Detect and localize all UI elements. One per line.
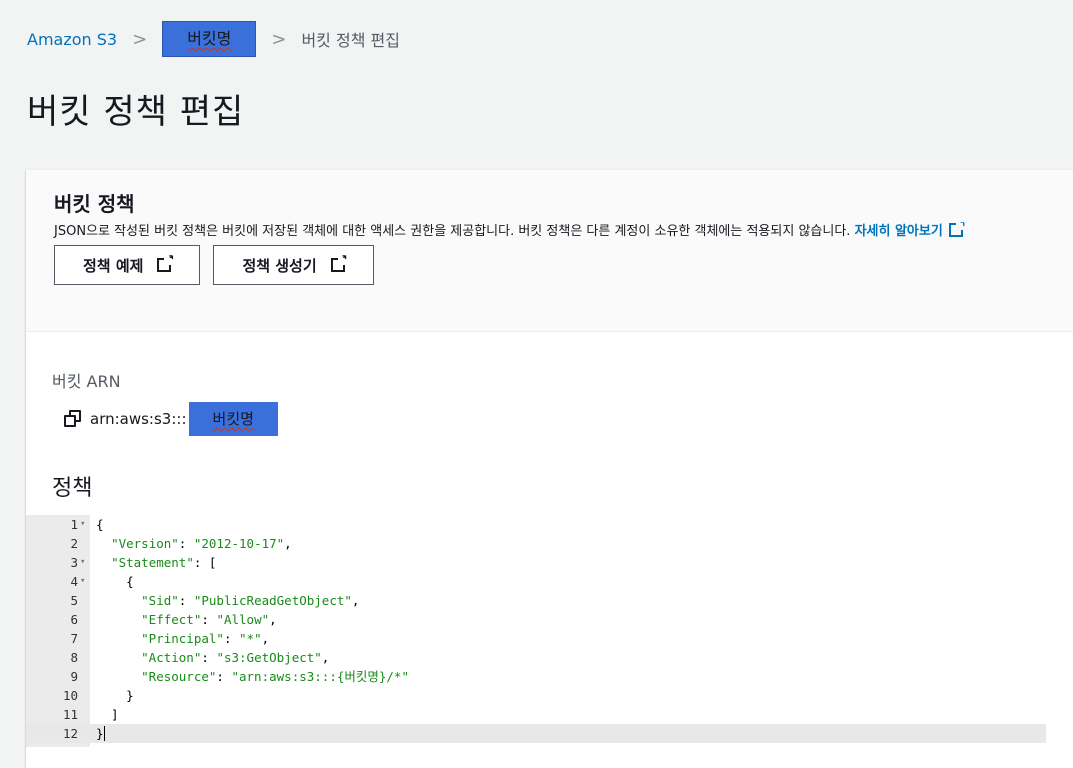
code-text: "Effect": "Allow", <box>141 612 277 627</box>
code-text: { <box>96 517 104 532</box>
learn-more-link[interactable]: 자세히 알아보기 <box>855 217 966 239</box>
external-link-icon <box>157 252 174 272</box>
code-text: { <box>96 574 134 589</box>
breadcrumb-bucket[interactable]: 버킷명 <box>162 21 257 57</box>
fold-arrow-icon[interactable]: ▾ <box>80 553 85 572</box>
code-line[interactable]: 1 ▾ { <box>26 515 1046 534</box>
panel-description: JSON으로 작성된 버킷 정책은 버킷에 저장된 객체에 대한 액세스 권한을… <box>54 217 1064 241</box>
code-text: "Resource": "arn:aws:s3:::{버킷명}/*" <box>141 669 409 684</box>
breadcrumb-amazon-s3[interactable]: Amazon S3 <box>27 30 117 49</box>
line-number: 1 <box>70 517 78 532</box>
line-number: 5 <box>70 593 78 608</box>
bucket-arn-value: arn:aws:s3::: 버킷명 <box>64 402 278 436</box>
chevron-right-icon: > <box>271 28 287 50</box>
line-number: 9 <box>70 669 78 684</box>
code-text: "Sid": "PublicReadGetObject", <box>141 593 360 608</box>
bucket-policy-panel: 버킷 정책 JSON으로 작성된 버킷 정책은 버킷에 저장된 객체에 대한 액… <box>26 170 1073 768</box>
external-link-icon <box>948 217 966 237</box>
code-text: "Version": "2012-10-17", <box>111 536 292 551</box>
code-text: } <box>96 688 134 703</box>
code-line[interactable]: 2 "Version": "2012-10-17", <box>26 534 1046 553</box>
code-line[interactable]: 11 ] <box>26 705 1046 724</box>
breadcrumb-current: 버킷 정책 편집 <box>301 31 400 50</box>
page-title: 버킷 정책 편집 <box>27 92 245 132</box>
button-label: 정책 생성기 <box>242 256 317 275</box>
arn-prefix: arn:aws:s3::: <box>90 410 187 428</box>
fold-arrow-icon[interactable]: ▾ <box>80 572 85 591</box>
policy-code-editor[interactable]: 1 ▾{2 "Version": "2012-10-17", 3 ▾ "Stateme… <box>26 515 1046 747</box>
copy-icon[interactable] <box>64 410 82 428</box>
code-text: "Principal": "*", <box>141 631 270 646</box>
policy-generator-button[interactable]: 정책 생성기 <box>213 245 374 285</box>
line-number: 10 <box>62 688 78 703</box>
fold-arrow-icon[interactable]: ▾ <box>80 515 85 534</box>
code-line[interactable]: 5 "Sid": "PublicReadGetObject", <box>26 591 1046 610</box>
text-cursor <box>103 726 105 741</box>
code-text: "Statement": [ <box>111 555 217 570</box>
button-row: 정책 예제 정책 생성기 <box>54 245 1073 285</box>
code-text: } <box>96 726 105 741</box>
code-line[interactable]: 8 "Action": "s3:GetObject", <box>26 648 1046 667</box>
line-number: 4 <box>70 574 78 589</box>
line-number: 6 <box>70 612 78 627</box>
line-number: 12 <box>62 726 78 741</box>
code-line[interactable]: 10 } <box>26 686 1046 705</box>
chevron-right-icon: > <box>132 28 148 50</box>
line-number: 2 <box>70 536 78 551</box>
external-link-icon <box>330 252 348 272</box>
button-label: 정책 예제 <box>83 256 144 275</box>
bucket-arn-label: 버킷 ARN <box>52 372 121 391</box>
description-text: JSON으로 작성된 버킷 정책은 버킷에 저장된 객체에 대한 액세스 권한을… <box>54 224 851 239</box>
policy-heading: 정책 <box>52 476 93 501</box>
line-number: 3 <box>70 555 78 570</box>
code-line[interactable]: 6 "Effect": "Allow", <box>26 610 1046 629</box>
policy-examples-button[interactable]: 정책 예제 <box>54 245 201 285</box>
breadcrumb: Amazon S3 > 버킷명 > 버킷 정책 편집 <box>27 21 400 57</box>
code-line[interactable]: 12} <box>26 724 1046 743</box>
code-line[interactable]: 7 "Principal": "*", <box>26 629 1046 648</box>
panel-title: 버킷 정책 <box>54 192 135 216</box>
code-line[interactable]: 9 "Resource": "arn:aws:s3:::{버킷명}/*" <box>26 667 1046 686</box>
code-text: ] <box>96 707 119 722</box>
panel-header: 버킷 정책 JSON으로 작성된 버킷 정책은 버킷에 저장된 객체에 대한 액… <box>26 170 1073 332</box>
code-line[interactable]: 4 ▾ { <box>26 572 1046 591</box>
arn-bucket-name: 버킷명 <box>188 402 278 436</box>
line-number: 7 <box>70 631 78 646</box>
line-number: 8 <box>70 650 78 665</box>
line-number: 11 <box>62 707 78 722</box>
code-text: "Action": "s3:GetObject", <box>141 650 330 665</box>
code-line[interactable]: 3 ▾ "Statement": [ <box>26 553 1046 572</box>
